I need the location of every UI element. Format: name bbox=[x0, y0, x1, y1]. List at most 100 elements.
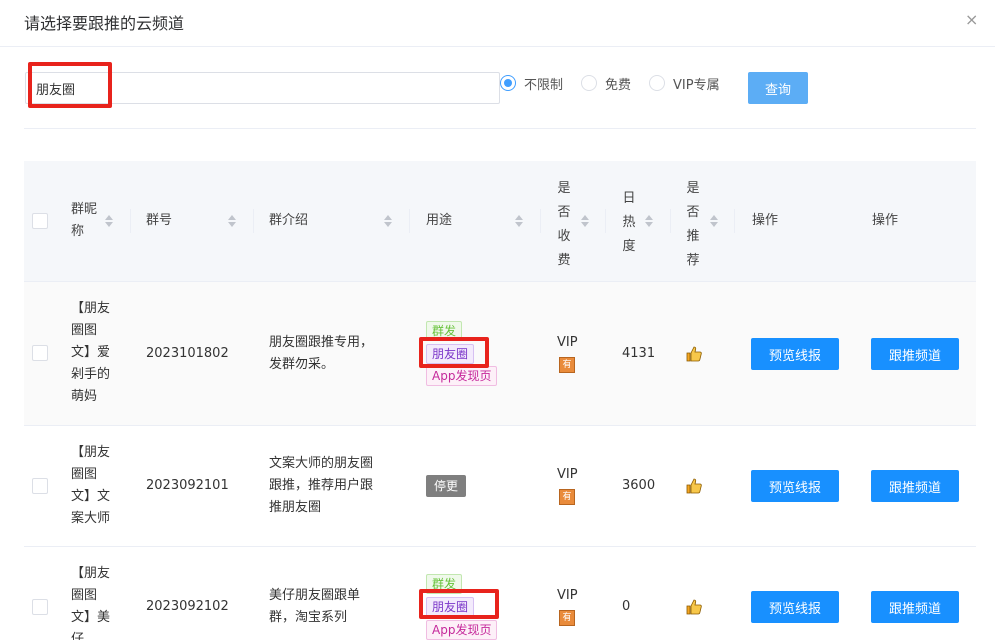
radio-unlimited[interactable]: 不限制 bbox=[500, 74, 564, 93]
tag-app-discover: App发现页 bbox=[426, 366, 498, 386]
header-action: 操作 bbox=[752, 213, 779, 228]
header-nickname[interactable]: 群昵称 bbox=[71, 199, 101, 243]
paid-value: VIP bbox=[557, 467, 578, 482]
nickname-cell: 【朋友 圈图 文】美 仔 bbox=[71, 563, 121, 640]
nickname-line: 仔 bbox=[71, 632, 85, 640]
header-divider bbox=[0, 46, 995, 47]
nickname-line: 萌妈 bbox=[71, 389, 98, 404]
thumbs-up-icon bbox=[686, 478, 702, 494]
paid-badge: 有 bbox=[559, 357, 575, 373]
nickname-cell: 【朋友 圈图 文】爱 剁手的 萌妈 bbox=[71, 298, 121, 408]
column-separator bbox=[734, 209, 735, 233]
table-header: 群昵称 群号 群介绍 用途 是否收费 日热度 是否推荐 操作 操作 bbox=[24, 161, 976, 281]
sort-icon[interactable] bbox=[515, 215, 523, 227]
filter-divider bbox=[24, 128, 976, 129]
column-separator bbox=[130, 209, 131, 233]
group-no: 2023101802 bbox=[146, 346, 229, 361]
heat-value: 4131 bbox=[622, 346, 656, 361]
preview-button[interactable]: 预览线报 bbox=[751, 338, 839, 370]
follow-channel-button[interactable]: 跟推频道 bbox=[871, 470, 959, 502]
column-separator bbox=[605, 209, 606, 233]
header-group-no[interactable]: 群号 bbox=[146, 210, 172, 232]
intro-line: 发群勿采。 bbox=[269, 357, 335, 372]
intro-line: 朋友圈跟推专用， bbox=[269, 335, 374, 350]
sort-icon[interactable] bbox=[228, 215, 236, 227]
nickname-cell: 【朋友 圈图 文】文 案大师 bbox=[71, 442, 121, 530]
header-action: 操作 bbox=[872, 213, 899, 228]
radio-dot-checked bbox=[500, 75, 516, 91]
radio-vip[interactable]: VIP专属 bbox=[649, 74, 720, 93]
heat-value: 3600 bbox=[622, 478, 656, 493]
intro-cell: 朋友圈跟推专用， 发群勿采。 bbox=[269, 332, 373, 376]
sort-icon[interactable] bbox=[384, 215, 392, 227]
radio-free[interactable]: 免费 bbox=[581, 74, 632, 93]
radio-label: 免费 bbox=[605, 77, 632, 93]
follow-channel-button[interactable]: 跟推频道 bbox=[871, 338, 959, 370]
column-separator bbox=[409, 209, 410, 233]
column-separator bbox=[670, 209, 671, 233]
group-no: 2023092101 bbox=[146, 478, 229, 493]
search-input[interactable] bbox=[25, 72, 500, 104]
sort-icon[interactable] bbox=[645, 215, 653, 227]
tag-group-send: 群发 bbox=[426, 574, 463, 594]
table-row[interactable]: 【朋友 圈图 文】爱 剁手的 萌妈 2023101802 朋友圈跟推专用， 发群… bbox=[24, 281, 976, 425]
follow-channel-button[interactable]: 跟推频道 bbox=[871, 591, 959, 623]
paid-badge: 有 bbox=[559, 610, 575, 626]
thumbs-up-icon bbox=[686, 599, 702, 615]
tag-moments: 朋友圈 bbox=[426, 597, 475, 617]
close-icon[interactable]: × bbox=[965, 10, 978, 29]
intro-line: 美仔朋友圈跟单 bbox=[269, 588, 361, 603]
tag-app-discover: App发现页 bbox=[426, 620, 498, 640]
intro-cell: 文案大师的朋友圈 跟推，推荐用户跟 推朋友圈 bbox=[269, 453, 373, 519]
heat-value: 0 bbox=[622, 599, 631, 614]
nickname-line: 案大师 bbox=[71, 511, 111, 526]
group-no: 2023092102 bbox=[146, 599, 229, 614]
intro-line: 跟推，推荐用户跟 bbox=[269, 478, 374, 493]
column-separator bbox=[253, 209, 254, 233]
nickname-line: 圈图 bbox=[71, 588, 98, 603]
nickname-line: 【朋友 bbox=[71, 445, 111, 460]
nickname-line: 文】爱 bbox=[71, 345, 111, 360]
header-heat[interactable]: 日热度 bbox=[622, 187, 636, 259]
row-checkbox[interactable] bbox=[32, 599, 48, 615]
nickname-line: 文】文 bbox=[71, 489, 111, 504]
paid-badge: 有 bbox=[559, 489, 575, 505]
table-row[interactable]: 【朋友 圈图 文】美 仔 2023092102 美仔朋友圈跟单 群，淘宝系列 群… bbox=[24, 546, 976, 640]
radio-label: VIP专属 bbox=[673, 77, 720, 93]
row-checkbox[interactable] bbox=[32, 345, 48, 361]
column-separator bbox=[540, 209, 541, 233]
radio-dot bbox=[649, 75, 665, 91]
intro-line: 文案大师的朋友圈 bbox=[269, 456, 374, 471]
radio-label: 不限制 bbox=[524, 77, 564, 93]
tag-discontinued: 停更 bbox=[426, 475, 467, 497]
table-row[interactable]: 【朋友 圈图 文】文 案大师 2023092101 文案大师的朋友圈 跟推，推荐… bbox=[24, 425, 976, 546]
tag-moments: 朋友圈 bbox=[426, 344, 475, 364]
nickname-line: 圈图 bbox=[71, 467, 98, 482]
header-usage[interactable]: 用途 bbox=[426, 210, 452, 232]
nickname-line: 文】美 bbox=[71, 610, 111, 625]
preview-button[interactable]: 预览线报 bbox=[751, 591, 839, 623]
channel-select-dialog: 请选择要跟推的云频道 × 不限制 免费 VIP专属 查询 群昵称 群号 群介绍 … bbox=[0, 0, 995, 640]
nickname-line: 剁手的 bbox=[71, 367, 111, 382]
nickname-line: 圈图 bbox=[71, 323, 98, 338]
nickname-line: 【朋友 bbox=[71, 301, 111, 316]
paid-value: VIP bbox=[557, 335, 578, 350]
header-paid[interactable]: 是否收费 bbox=[557, 177, 571, 273]
row-checkbox[interactable] bbox=[32, 478, 48, 494]
thumbs-up-icon bbox=[686, 346, 702, 362]
query-button[interactable]: 查询 bbox=[748, 72, 808, 104]
intro-line: 推朋友圈 bbox=[269, 500, 322, 515]
sort-icon[interactable] bbox=[581, 215, 589, 227]
radio-dot bbox=[581, 75, 597, 91]
header-recommend[interactable]: 是否推荐 bbox=[686, 177, 700, 273]
sort-icon[interactable] bbox=[105, 215, 113, 227]
dialog-title: 请选择要跟推的云频道 bbox=[24, 14, 185, 33]
sort-icon[interactable] bbox=[710, 215, 718, 227]
intro-cell: 美仔朋友圈跟单 群，淘宝系列 bbox=[269, 585, 360, 629]
select-all-checkbox[interactable] bbox=[32, 213, 48, 229]
paid-value: VIP bbox=[557, 588, 578, 603]
preview-button[interactable]: 预览线报 bbox=[751, 470, 839, 502]
nickname-line: 【朋友 bbox=[71, 566, 111, 581]
header-intro[interactable]: 群介绍 bbox=[269, 210, 308, 232]
tag-group-send: 群发 bbox=[426, 321, 463, 341]
